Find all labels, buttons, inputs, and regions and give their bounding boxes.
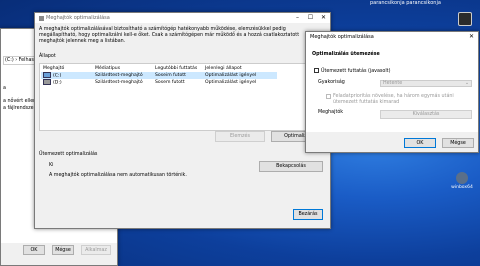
column-header[interactable]: Médiatípus bbox=[93, 65, 153, 72]
drives-label: Meghajtók bbox=[318, 110, 344, 115]
last-run-cell: Sosem futott bbox=[155, 80, 185, 85]
close-button[interactable]: Bezárás bbox=[293, 209, 323, 220]
scheduled-run-checkbox[interactable]: Ütemezett futtatás (javasolt) bbox=[314, 68, 390, 74]
window-controls: – ☐ ✕ bbox=[291, 13, 330, 23]
status-cell: Optimalizálást igényel bbox=[205, 80, 257, 85]
scheduled-header: Ütemezett optimalizálás bbox=[39, 152, 98, 157]
desktop-icon-label: winbox64 bbox=[451, 185, 473, 190]
media-type-cell: Szilárdtest-meghajtó bbox=[95, 80, 143, 85]
schedule-dialog: Meghajtók optimalizálása ✕ Optimalizálás… bbox=[305, 31, 479, 153]
analyze-button[interactable]: Elemzés bbox=[215, 131, 265, 142]
table-row[interactable]: (C:) Szilárdtest-meghajtó Soseim futott … bbox=[41, 72, 277, 79]
scheduled-state: Ki bbox=[49, 163, 54, 168]
checkbox-icon bbox=[326, 94, 331, 99]
media-type-cell: Szilárdtest-meghajtó bbox=[95, 73, 143, 78]
text-fragment: a fájlrendszer bbox=[3, 106, 36, 111]
last-run-cell: Soseim futott bbox=[155, 73, 186, 78]
close-icon[interactable]: ✕ bbox=[317, 13, 330, 23]
checkbox-label: Ütemezett futtatás (javasolt) bbox=[321, 69, 391, 74]
drive-name: (C:) bbox=[53, 73, 62, 79]
winbox-icon bbox=[456, 172, 468, 184]
desktop-shortcut-labels: parancsikonja parancsikonja bbox=[370, 0, 441, 6]
drive-icon bbox=[43, 72, 51, 79]
chevron-down-icon: ⌄ bbox=[464, 81, 469, 86]
dialog-controls: ✕ bbox=[465, 32, 478, 42]
drive-name: (D:) bbox=[53, 80, 62, 86]
drive-cell: (D:) bbox=[41, 79, 93, 86]
priority-checkbox[interactable]: Feladatprioritás növelése, ha három egym… bbox=[326, 94, 472, 105]
column-header[interactable]: Jelenlegi állapot bbox=[203, 65, 277, 72]
frequency-value: Hetente bbox=[383, 81, 403, 86]
change-settings-button[interactable]: Bekapcsolás bbox=[259, 161, 323, 172]
dialog-titlebar: Meghajtók optimalizálása ✕ bbox=[306, 32, 478, 42]
drive-cell: (C:) bbox=[41, 72, 93, 79]
scheduled-description: A meghajtók optimalizálása nem automatik… bbox=[49, 173, 187, 178]
desktop-icon-winbox[interactable]: winbox64 bbox=[447, 172, 477, 190]
table-row[interactable]: (D:) Szilárdtest-meghajtó Sosem futott O… bbox=[41, 79, 277, 86]
choose-drives-button[interactable]: Kiválasztás bbox=[380, 110, 472, 119]
drive-icon bbox=[43, 79, 51, 86]
window-title: Meghajtók optimalizálása bbox=[46, 15, 110, 21]
text-fragment: a nővért elleni bbox=[3, 99, 38, 104]
shortcut-icon bbox=[458, 12, 472, 26]
table-header: Meghajtó Médiatípus Legutóbbi futtatás J… bbox=[41, 65, 277, 72]
frequency-label: Gyakoriság bbox=[318, 80, 345, 85]
status-cell: Optimalizálást igényel bbox=[205, 73, 257, 78]
dialog-title: Meghajtók optimalizálása bbox=[310, 34, 374, 40]
optimize-drives-window: Meghajtók optimalizálása – ☐ ✕ A meghajt… bbox=[34, 12, 331, 229]
maximize-icon[interactable]: ☐ bbox=[304, 13, 317, 23]
cancel-button[interactable]: Mégse bbox=[52, 245, 74, 255]
desktop-shortcut[interactable] bbox=[450, 12, 480, 27]
drive-table: Meghajtó Médiatípus Legutóbbi futtatás J… bbox=[41, 65, 277, 86]
column-header[interactable]: Legutóbbi futtatás bbox=[153, 65, 203, 72]
checkbox-icon bbox=[314, 68, 319, 73]
ok-button[interactable]: OK bbox=[23, 245, 45, 255]
column-header[interactable]: Meghajtó bbox=[41, 65, 93, 72]
dialog-cancel-button[interactable]: Mégse bbox=[442, 138, 474, 148]
app-icon bbox=[39, 15, 44, 21]
dialog-ok-button[interactable]: OK bbox=[404, 138, 436, 148]
description-text: A meghajtók optimalizálásával biztosítha… bbox=[39, 27, 300, 44]
close-icon[interactable]: ✕ bbox=[465, 32, 478, 42]
titlebar: Meghajtók optimalizálása – ☐ ✕ bbox=[35, 13, 330, 23]
minimize-icon[interactable]: – bbox=[291, 13, 304, 23]
priority-label: Feladatprioritás növelése, ha három egym… bbox=[333, 94, 454, 105]
status-label: Állapot bbox=[39, 54, 56, 59]
frequency-dropdown[interactable]: Hetente ⌄ bbox=[380, 80, 472, 87]
dialog-header: Optimalizálás ütemezése bbox=[312, 52, 380, 57]
text-fragment: a bbox=[3, 86, 6, 91]
apply-button[interactable]: Alkalmaz bbox=[81, 245, 111, 255]
